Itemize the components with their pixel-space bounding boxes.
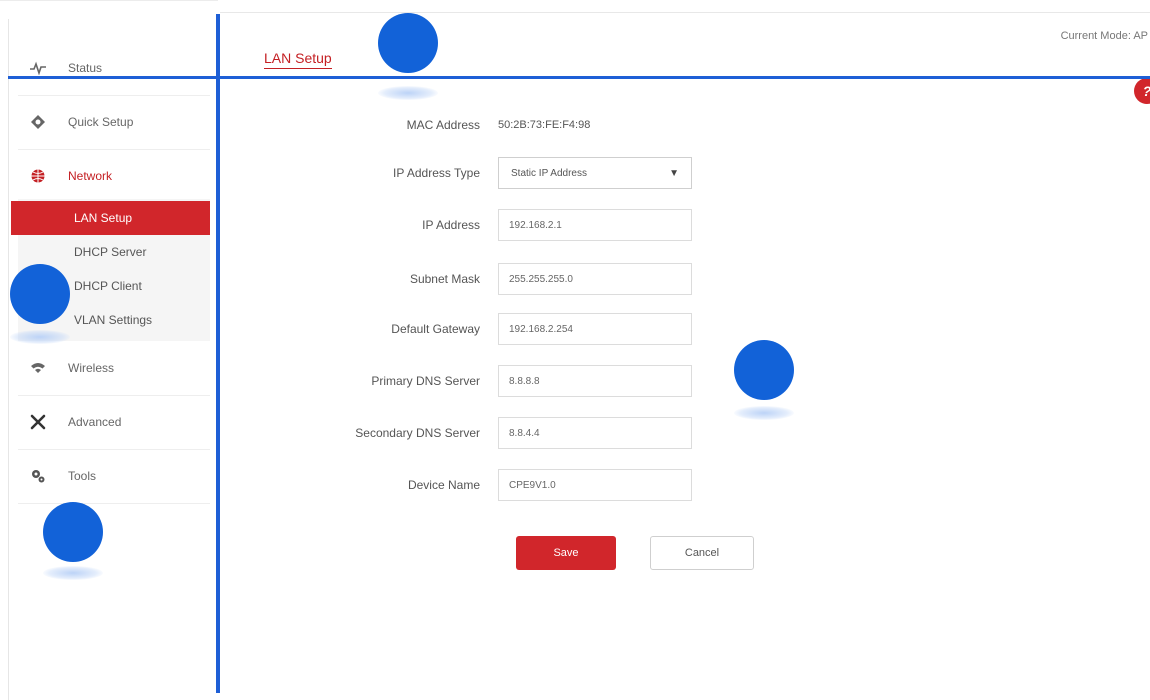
top-divider [220,12,1150,13]
sidebar: Status Quick Setup Network LAN Setup DHC… [0,0,218,700]
sidebar-subitem-label: DHCP Client [74,279,142,293]
default-gateway-input[interactable] [498,313,692,345]
ip-address-row: IP Address [220,208,920,242]
overlay-vertical-line [216,14,220,693]
sidebar-item-wireless[interactable]: Wireless [18,341,210,396]
ip-address-input[interactable] [498,209,692,241]
primary-dns-input[interactable] [498,365,692,397]
sidebar-item-label: Status [68,61,103,75]
marker-dot-shadow [43,566,103,580]
sidebar-item-tools[interactable]: Tools [18,449,210,504]
overlay-horizontal-line [8,76,1150,79]
sidebar-item-quick-setup[interactable]: Quick Setup [18,95,210,150]
subnet-mask-label: Subnet Mask [409,272,480,286]
current-mode-text: Current Mode: AP [1060,30,1148,42]
tools-cross-icon [26,412,50,432]
marker-dot [378,13,438,73]
device-name-row: Device Name [220,468,920,502]
default-gateway-label: Default Gateway [391,322,480,336]
main-content: LAN Setup Current Mode: AP ? MAC Address… [220,0,1150,700]
wifi-icon [26,358,50,378]
subnet-mask-row: Subnet Mask [220,262,920,296]
marker-dot [43,502,103,562]
tab-lan-setup[interactable]: LAN Setup [264,50,332,69]
primary-dns-label: Primary DNS Server [371,374,480,388]
sidebar-item-label: Quick Setup [68,115,134,129]
cancel-button[interactable]: Cancel [650,536,754,570]
gears-icon [26,466,50,486]
sidebar-subitem-label: VLAN Settings [74,313,153,327]
secondary-dns-row: Secondary DNS Server [220,416,920,450]
mac-address-value: 50:2B:73:FE:F4:98 [498,119,591,131]
ip-type-select[interactable]: Static IP Address ▼ [498,157,692,189]
sidebar-subitem-label: DHCP Server [74,245,147,259]
sidebar-item-status[interactable]: Status [18,41,210,96]
marker-dot [10,264,70,324]
mac-address-row: MAC Address 50:2B:73:FE:F4:98 [220,108,920,142]
mac-address-label: MAC Address [406,118,480,132]
subnet-mask-input[interactable] [498,263,692,295]
sidebar-item-label: Tools [68,469,97,483]
dropdown-arrow-icon: ▼ [669,168,679,179]
marker-dot-shadow [378,86,438,100]
device-name-input[interactable] [498,469,692,501]
help-icon[interactable]: ? [1134,78,1150,104]
ip-type-row: IP Address Type Static IP Address ▼ [220,156,920,190]
sidebar-item-network[interactable]: Network [18,149,210,203]
primary-dns-row: Primary DNS Server [220,364,920,398]
marker-dot-shadow [10,330,70,344]
pulse-icon [26,58,50,78]
sidebar-item-label: Wireless [68,361,115,375]
secondary-dns-input[interactable] [498,417,692,449]
quick-setup-icon [26,112,50,132]
save-button[interactable]: Save [516,536,616,570]
ip-address-label: IP Address [422,218,480,232]
app-window: Status Quick Setup Network LAN Setup DHC… [0,0,1150,700]
sidebar-subitem-label: LAN Setup [74,211,133,225]
secondary-dns-label: Secondary DNS Server [355,426,480,440]
sidebar-item-label: Advanced [68,415,122,429]
network-icon [26,166,50,186]
marker-dot-shadow [734,406,794,420]
ip-type-label: IP Address Type [393,166,480,180]
sidebar-item-advanced[interactable]: Advanced [18,395,210,450]
sidebar-subitem-lan-setup[interactable]: LAN Setup [11,201,210,235]
sidebar-item-label: Network [68,169,113,183]
device-name-label: Device Name [407,478,480,492]
ip-type-selected: Static IP Address [511,167,587,179]
marker-dot [734,340,794,400]
default-gateway-row: Default Gateway [220,312,920,346]
sidebar-border [8,19,9,700]
